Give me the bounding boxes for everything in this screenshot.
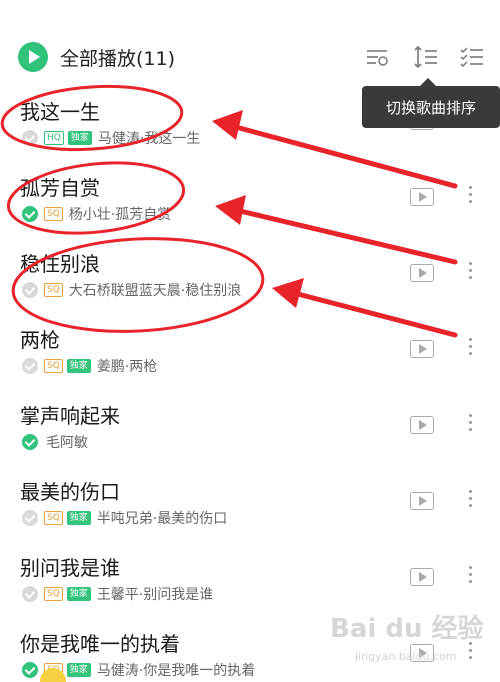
- download-icon[interactable]: [364, 44, 390, 70]
- song-title: 掌声响起来: [20, 404, 120, 428]
- mv-play-icon[interactable]: [410, 188, 434, 206]
- downloaded-check-icon: [22, 586, 38, 602]
- more-options-icon[interactable]: [467, 566, 473, 588]
- mv-play-icon[interactable]: [410, 264, 434, 282]
- song-row[interactable]: 掌声响起来 毛阿敏: [0, 392, 500, 468]
- song-meta: SQ 大石桥联盟蓝天晨·稳住别浪: [22, 280, 241, 300]
- downloaded-check-icon: [22, 510, 38, 526]
- downloaded-check-icon: [22, 434, 38, 450]
- exclusive-badge: 独家: [66, 663, 91, 677]
- exclusive-badge: 独家: [67, 131, 92, 145]
- mv-play-icon[interactable]: [410, 340, 434, 358]
- song-meta: HQ 独家 马健涛·我这一生: [22, 128, 200, 148]
- song-artist: 半吨兄弟·最美的伤口: [96, 511, 228, 527]
- watermark: Bai du 经验: [330, 614, 484, 644]
- sort-tooltip: 切换歌曲排序: [362, 78, 500, 128]
- song-title: 别问我是谁: [20, 556, 120, 580]
- song-title: 最美的伤口: [20, 480, 120, 504]
- song-meta: 毛阿敏: [22, 432, 88, 452]
- song-artist: 大石桥联盟蓝天晨·稳住别浪: [68, 283, 242, 299]
- quality-badge: SQ: [44, 511, 63, 525]
- more-options-icon[interactable]: [467, 186, 473, 208]
- song-row[interactable]: 最美的伤口 SQ 独家 半吨兄弟·最美的伤口: [0, 468, 500, 544]
- downloaded-check-icon: [22, 282, 38, 298]
- song-artist: 王馨平·别问我是谁: [96, 587, 214, 603]
- play-circle-icon: [18, 42, 48, 72]
- mv-play-icon[interactable]: [410, 492, 434, 510]
- quality-badge: SQ: [44, 207, 63, 221]
- exclusive-badge: 独家: [66, 511, 91, 525]
- more-options-icon[interactable]: [467, 414, 473, 436]
- song-artist: 杨小壮·孤芳自赏: [68, 207, 172, 223]
- song-artist: 马健涛·你是我唯一的执着: [96, 663, 256, 679]
- downloaded-check-icon: [22, 206, 38, 222]
- song-meta: SQ 独家 姜鹏·两枪: [22, 356, 157, 376]
- song-meta: SQ 独家 半吨兄弟·最美的伤口: [22, 508, 227, 528]
- song-row[interactable]: 两枪 SQ 独家 姜鹏·两枪: [0, 316, 500, 392]
- more-options-icon[interactable]: [467, 490, 473, 512]
- play-all-button[interactable]: 全部播放(11): [18, 42, 175, 72]
- song-meta: SQ 独家 王馨平·别问我是谁: [22, 584, 213, 604]
- song-list: 我这一生 HQ 独家 马健涛·我这一生 孤芳自赏 SQ 杨小壮·孤芳自赏 稳住别浪 SQ 大石桥联…: [0, 88, 500, 682]
- song-row[interactable]: 孤芳自赏 SQ 杨小壮·孤芳自赏: [0, 164, 500, 240]
- exclusive-badge: 独家: [66, 587, 91, 601]
- more-options-icon[interactable]: [467, 642, 473, 664]
- multi-select-icon[interactable]: [459, 44, 485, 70]
- song-artist: 马健涛·我这一生: [97, 131, 201, 147]
- playlist-header: 全部播放(11): [0, 0, 500, 88]
- mv-play-icon[interactable]: [410, 568, 434, 586]
- quality-badge: SQ: [44, 587, 63, 601]
- more-options-icon[interactable]: [467, 338, 473, 360]
- song-title: 两枪: [20, 328, 60, 352]
- mv-play-icon[interactable]: [410, 416, 434, 434]
- downloaded-check-icon: [22, 130, 38, 146]
- more-options-icon[interactable]: [467, 262, 473, 284]
- song-meta: SQ 杨小壮·孤芳自赏: [22, 204, 171, 224]
- song-title: 孤芳自赏: [20, 176, 100, 200]
- sort-icon[interactable]: [413, 44, 439, 70]
- watermark-url: jingyan.baidu.com: [355, 650, 457, 663]
- song-title: 稳住别浪: [20, 252, 100, 276]
- song-title: 我这一生: [20, 100, 100, 124]
- play-all-label: 全部播放(11): [60, 47, 176, 70]
- quality-badge: SQ: [44, 283, 63, 297]
- downloaded-check-icon: [22, 662, 38, 678]
- song-artist: 姜鹏·两枪: [96, 359, 158, 375]
- song-title: 你是我唯一的执着: [20, 632, 180, 656]
- exclusive-badge: 独家: [66, 359, 91, 373]
- quality-badge: SQ: [44, 359, 63, 373]
- song-artist: 毛阿敏: [46, 435, 88, 451]
- quality-badge: HQ: [44, 131, 64, 145]
- song-row[interactable]: 稳住别浪 SQ 大石桥联盟蓝天晨·稳住别浪: [0, 240, 500, 316]
- downloaded-check-icon: [22, 358, 38, 374]
